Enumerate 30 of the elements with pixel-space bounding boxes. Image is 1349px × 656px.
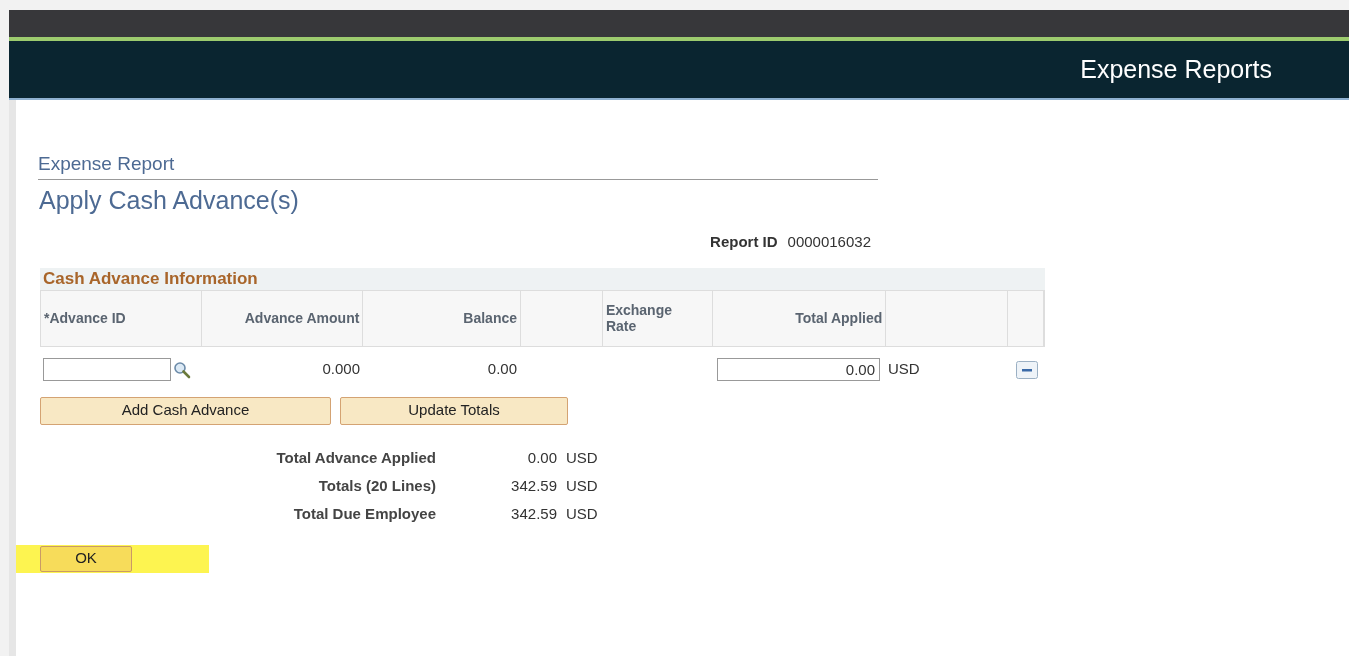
report-id-label: Report ID xyxy=(710,232,778,252)
advance-amount: 0.000 xyxy=(322,359,360,380)
total-value: 0.00 xyxy=(526,447,557,468)
balance: 0.00 xyxy=(487,359,517,380)
column-header: *Advance ID xyxy=(44,310,126,326)
action-button[interactable]: Add Cash Advance xyxy=(40,396,331,425)
column-header: Exchange Rate xyxy=(605,302,672,334)
column-header: Balance xyxy=(463,310,518,326)
breadcrumb: Expense Report xyxy=(38,153,175,174)
grid-title: Cash Advance Information xyxy=(43,267,258,290)
page-title: Apply Cash Advance(s) xyxy=(39,184,300,216)
column-header: Total Applied xyxy=(795,310,883,326)
total-value: 342.59 xyxy=(510,503,557,524)
search-icon[interactable] xyxy=(173,360,191,379)
total-currency: USD xyxy=(566,503,598,524)
total-label: Totals (20 Lines) xyxy=(317,475,436,496)
ok-button[interactable]: OK xyxy=(40,545,132,572)
report-id-value: 0000016032 xyxy=(787,232,871,252)
currency: USD xyxy=(888,359,920,380)
total-currency: USD xyxy=(566,447,598,468)
action-button[interactable]: Update Totals xyxy=(340,396,568,425)
total-value: 342.59 xyxy=(510,475,557,496)
column-header: Advance Amount xyxy=(244,310,360,326)
advance-id-field[interactable] xyxy=(43,358,171,381)
header-title: Expense Reports xyxy=(1080,53,1272,85)
total-currency: USD xyxy=(566,475,598,496)
total-applied-field[interactable]: 0.00 xyxy=(717,358,880,381)
total-label: Total Due Employee xyxy=(292,503,436,524)
remove-row-icon[interactable] xyxy=(1016,360,1038,379)
total-label: Total Advance Applied xyxy=(275,447,436,468)
